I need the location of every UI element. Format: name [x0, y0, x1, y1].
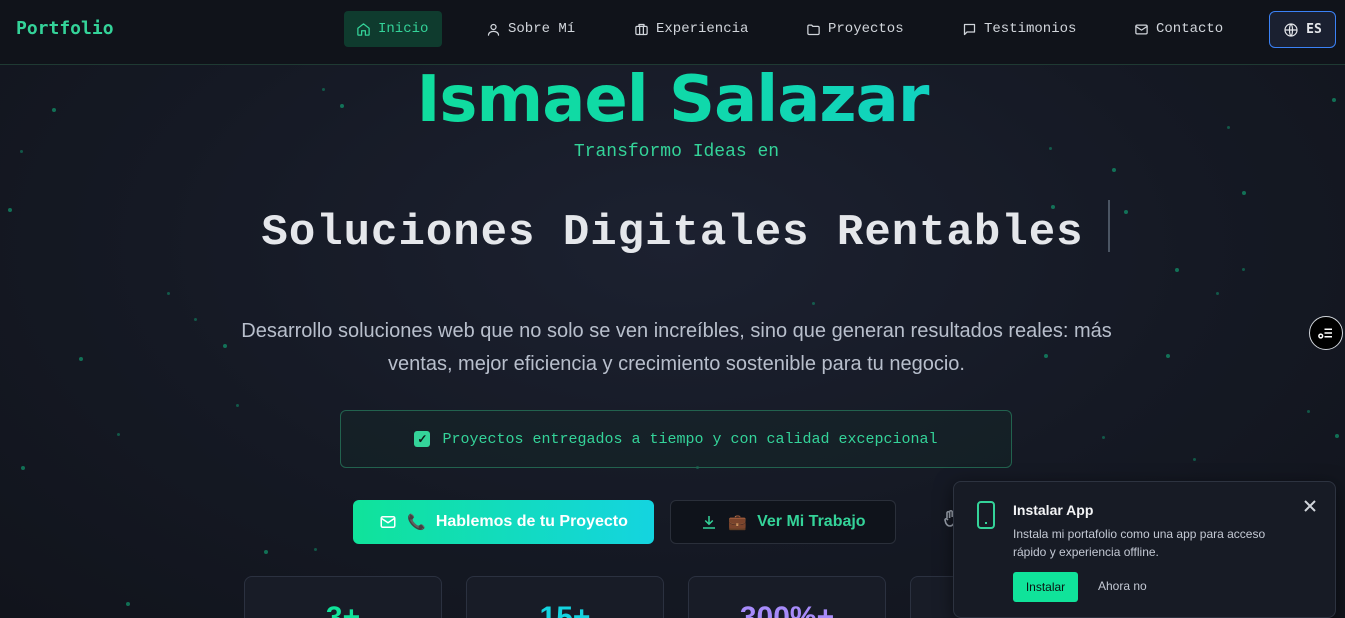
nav-item-inicio[interactable]: Inicio: [344, 11, 442, 47]
stat-value: 3+: [325, 601, 361, 618]
briefcase-icon: [635, 23, 648, 35]
nav-item-experiencia[interactable]: Experiencia: [622, 11, 760, 47]
cta-label: Ver Mi Trabajo: [757, 513, 866, 530]
hero-name: Ismael Salazar: [0, 64, 1345, 136]
globe-icon: [1284, 22, 1298, 37]
message-icon: [963, 23, 976, 35]
stat-value: 15+: [539, 601, 591, 618]
nav-label: Testimonios: [984, 21, 1077, 37]
smartphone-icon: [976, 500, 996, 530]
hero-tagline: Transformo Ideas en: [573, 142, 780, 162]
phone-icon: 📞: [407, 514, 426, 531]
stat-card-projects: 15+: [466, 576, 664, 618]
nav-label: Proyectos: [828, 21, 904, 37]
nav-label: Sobre Mí: [508, 21, 576, 37]
nav-item-testimonios[interactable]: Testimonios: [950, 11, 1088, 47]
top-navbar: Portfolio Inicio Sobre Mí Experiencia Pr…: [0, 0, 1345, 65]
popup-title: Instalar App: [1013, 502, 1094, 518]
mail-icon: [380, 516, 396, 528]
nav-label: Inicio: [378, 21, 429, 37]
mail-icon: [1135, 24, 1148, 34]
nav-item-contacto[interactable]: Contacto: [1122, 11, 1235, 47]
menu-icon: [1318, 328, 1332, 339]
stat-value: 300%+: [739, 601, 835, 618]
language-toggle-button[interactable]: ES: [1269, 11, 1336, 48]
nav-label: Contacto: [1156, 21, 1224, 37]
popup-text: Instala mi portafolio como una app para …: [1013, 527, 1266, 559]
brand-logo[interactable]: Portfolio: [16, 18, 114, 39]
stat-card-growth: 300%+: [688, 576, 886, 618]
language-label: ES: [1306, 22, 1322, 37]
hero-headline: Soluciones Digitales Rentables: [261, 208, 1084, 258]
user-icon: [487, 23, 500, 36]
nav-item-sobre-mi[interactable]: Sobre Mí: [474, 11, 587, 47]
delivery-badge: ✓ Proyectos entregados a tiempo y con ca…: [340, 410, 1012, 468]
accessibility-menu-button[interactable]: [1309, 316, 1343, 350]
install-app-popup: Instalar App Instala mi portafolio como …: [953, 481, 1336, 618]
install-button[interactable]: Instalar: [1013, 572, 1078, 602]
cta-label: Hablemos de tu Proyecto: [435, 513, 628, 530]
folder-icon: [807, 24, 820, 35]
view-work-button[interactable]: 💼 Ver Mi Trabajo: [670, 500, 896, 544]
stat-card-years: 3+: [244, 576, 442, 618]
contact-cta-button[interactable]: 📞 Hablemos de tu Proyecto: [353, 500, 654, 544]
nav-item-proyectos[interactable]: Proyectos: [794, 11, 916, 47]
dismiss-button[interactable]: Ahora no: [1098, 579, 1147, 593]
download-icon: [703, 516, 716, 529]
close-icon[interactable]: [1303, 498, 1317, 512]
badge-text: Proyectos entregados a tiempo y con cali…: [442, 430, 938, 448]
home-icon: [357, 22, 370, 36]
typing-cursor: [1108, 200, 1110, 252]
briefcase-icon: 💼: [728, 514, 748, 531]
checkmark-icon: ✓: [414, 431, 431, 447]
nav-label: Experiencia: [656, 21, 749, 37]
hero-description: Desarrollo soluciones web que no solo se…: [241, 320, 1112, 375]
